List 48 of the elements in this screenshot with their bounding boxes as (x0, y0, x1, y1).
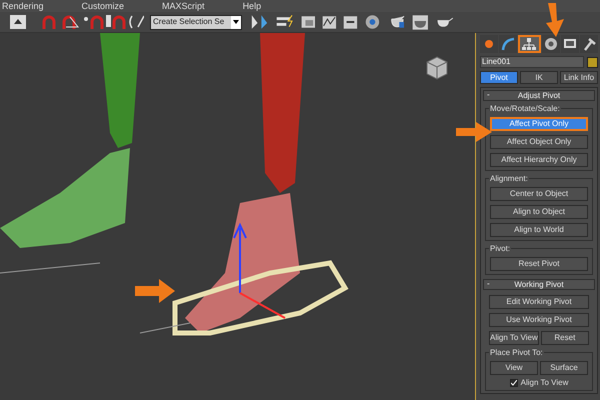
menu-item[interactable]: Customize (82, 0, 124, 12)
rollout-title: Working Pivot (514, 280, 564, 288)
modify-arc-icon (500, 36, 516, 52)
group-title: Pivot: (489, 244, 512, 253)
collapse-toggle[interactable]: - (487, 280, 490, 288)
panel-button[interactable]: Affect Pivot Only (490, 117, 588, 131)
checkbox[interactable] (510, 379, 518, 387)
panel-button[interactable]: Align to Object (490, 205, 588, 219)
panel-tab[interactable] (499, 35, 518, 53)
annotation-arrow-icon (135, 279, 175, 303)
menu-item[interactable]: Help (242, 0, 262, 12)
panel-button[interactable]: Reset (540, 331, 589, 345)
panel-button[interactable]: Center to Object (490, 187, 588, 201)
panel-button[interactable]: Surface (540, 361, 588, 375)
panel-tab[interactable]: Pivot (480, 71, 518, 84)
panel-button[interactable]: Align To View (489, 331, 539, 345)
object-color-swatch[interactable] (587, 56, 598, 68)
annotation-arrow-icon (456, 122, 492, 142)
panel-tab[interactable] (480, 35, 498, 53)
panel-button[interactable]: Edit Working Pivot (489, 295, 589, 309)
object-name-field[interactable]: Line001 (480, 56, 584, 68)
panel-button[interactable]: Reset Pivot (490, 257, 588, 271)
rollout-header[interactable]: - Working Pivot (483, 279, 595, 290)
panel-tab[interactable]: Link Info (560, 71, 598, 84)
panel-tab[interactable] (560, 35, 579, 53)
hierarchy-icon (521, 36, 538, 52)
panel-tab[interactable]: IK (520, 71, 558, 84)
collapse-toggle[interactable]: - (487, 91, 490, 99)
motion-wheel-icon (542, 36, 559, 52)
menu-item[interactable]: MAXScript (162, 0, 205, 12)
panel-button[interactable]: Use Working Pivot (489, 313, 589, 327)
group-title: Move/Rotate/Scale: (489, 104, 561, 113)
group-title: Place Pivot To: (489, 348, 544, 357)
panel-button[interactable]: Align to World (490, 223, 588, 237)
panel-button[interactable]: View (490, 361, 538, 375)
rollout-title: Adjust Pivot (518, 92, 560, 100)
dropdown-caret-icon (233, 20, 239, 24)
panel-button[interactable]: Affect Hierarchy Only (490, 153, 588, 167)
panel-tab[interactable] (580, 35, 598, 53)
menu-item[interactable]: Rendering (2, 0, 44, 12)
group-title: Alignment: (489, 174, 529, 183)
panel-tab[interactable] (518, 35, 541, 53)
checkbox-label: Align To View (520, 379, 568, 387)
panel-button[interactable]: Affect Object Only (490, 135, 588, 149)
rollout-header[interactable]: - Adjust Pivot (483, 90, 595, 101)
annotation-arrow-icon (544, 3, 566, 37)
selection-set-dropdown[interactable]: Create Selection Se (150, 14, 242, 30)
panel-tab[interactable] (542, 35, 560, 53)
